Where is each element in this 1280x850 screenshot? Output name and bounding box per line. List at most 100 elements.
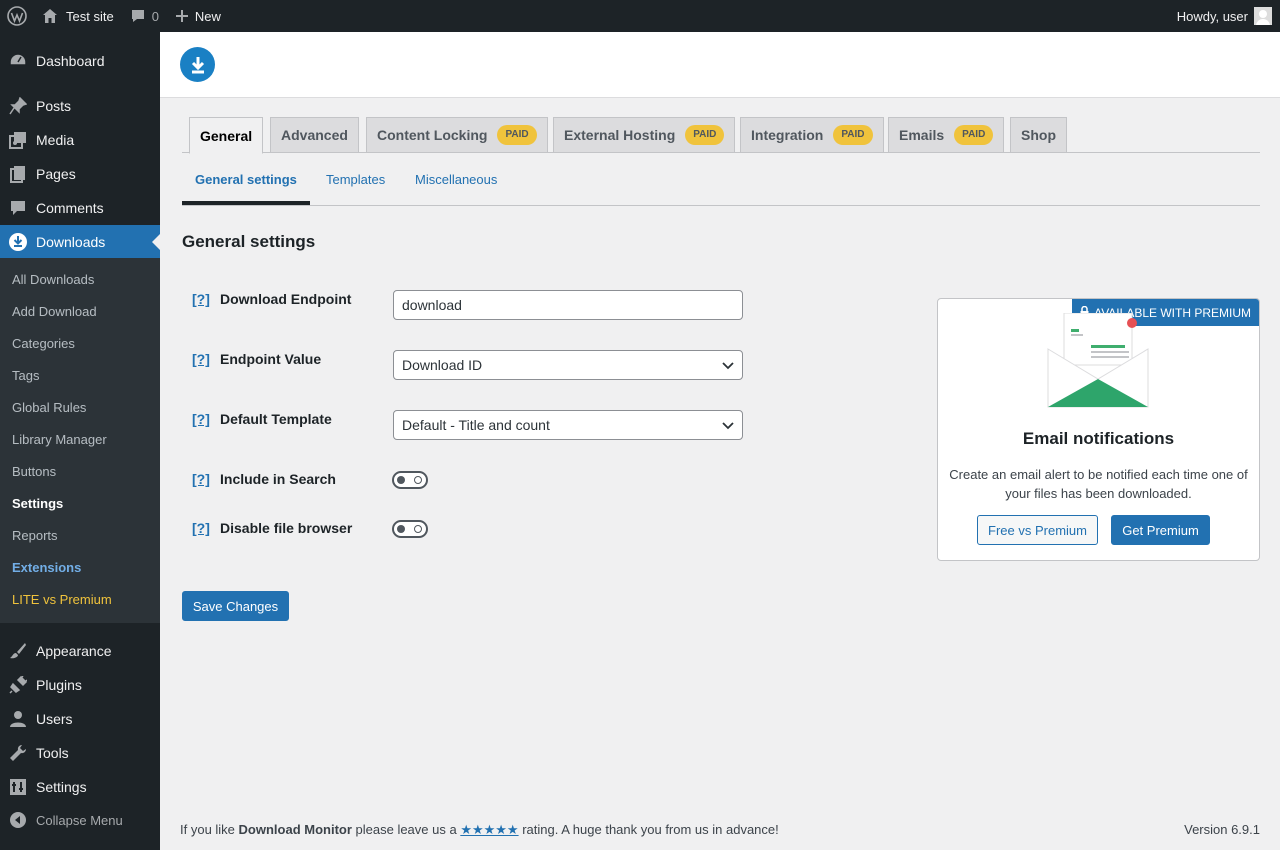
select-value: Default - Title and count [402, 417, 550, 433]
site-name-link[interactable]: Test site [34, 0, 122, 32]
sidebar-item-label: Pages [36, 166, 76, 182]
endpoint-value-select[interactable]: Download ID [393, 350, 743, 380]
collapse-icon [0, 803, 36, 837]
toggle-off-indicator [414, 476, 422, 484]
get-premium-button[interactable]: Get Premium [1111, 515, 1210, 545]
footer-version: Version 6.9.1 [1184, 822, 1260, 837]
sidebar-item-pages[interactable]: Pages [0, 157, 160, 191]
sidebar-item-dashboard[interactable]: Dashboard [0, 44, 160, 78]
submenu-extensions[interactable]: Extensions [12, 558, 81, 578]
chevron-down-icon [722, 357, 734, 373]
submenu-global-rules[interactable]: Global Rules [12, 398, 86, 418]
submenu-all-downloads[interactable]: All Downloads [12, 270, 94, 290]
tab-integration[interactable]: Integration PAID [740, 117, 884, 153]
comment-icon [0, 191, 36, 225]
footer-rating-text: If you like Download Monitor please leav… [180, 822, 779, 838]
download-icon [0, 225, 36, 259]
sidebar-item-appearance[interactable]: Appearance [0, 634, 160, 668]
submenu-settings[interactable]: Settings [12, 494, 63, 514]
input-value: download [402, 297, 462, 313]
help-link[interactable]: [?] [192, 411, 220, 427]
download-endpoint-input[interactable]: download [393, 290, 743, 320]
tab-general[interactable]: General [189, 117, 264, 154]
home-icon [42, 8, 58, 24]
field-label: Endpoint Value [220, 351, 322, 367]
toggle-knob [397, 476, 405, 484]
rating-stars-link[interactable]: ★★★★★ [460, 822, 518, 837]
sidebar-item-comments[interactable]: Comments [0, 191, 160, 225]
row-endpoint-value: [?] Endpoint Value [192, 351, 321, 367]
sidebar-item-label: Dashboard [36, 53, 105, 69]
submenu-buttons[interactable]: Buttons [12, 462, 56, 482]
help-link[interactable]: [?] [192, 351, 220, 367]
tab-label: Integration [751, 127, 824, 143]
envelope-illustration [1047, 312, 1149, 412]
field-label: Disable file browser [220, 520, 353, 536]
submenu-library-manager[interactable]: Library Manager [12, 430, 107, 450]
tab-label: Advanced [281, 127, 348, 143]
subtab-general-settings[interactable]: General settings [195, 172, 297, 187]
sidebar-item-plugins[interactable]: Plugins [0, 668, 160, 702]
submenu-tags[interactable]: Tags [12, 366, 39, 386]
default-template-select[interactable]: Default - Title and count [393, 410, 743, 440]
paid-badge: PAID [833, 125, 873, 145]
submenu-categories[interactable]: Categories [12, 334, 75, 354]
downloads-submenu: All Downloads Add Download Categories Ta… [0, 258, 160, 623]
row-include-in-search: [?] Include in Search [192, 471, 336, 487]
premium-card-description: Create an email alert to be notified eac… [949, 467, 1248, 501]
subtab-templates[interactable]: Templates [326, 172, 385, 187]
save-changes-button[interactable]: Save Changes [182, 591, 289, 621]
site-name: Test site [66, 8, 114, 24]
help-link[interactable]: [?] [192, 520, 220, 536]
tab-content-locking[interactable]: Content Locking PAID [366, 117, 548, 153]
brush-icon [0, 634, 36, 668]
tab-emails[interactable]: Emails PAID [888, 117, 1005, 153]
sidebar-item-users[interactable]: Users [0, 702, 160, 736]
select-value: Download ID [402, 357, 483, 373]
submenu-reports[interactable]: Reports [12, 526, 58, 546]
help-link[interactable]: [?] [192, 291, 220, 307]
chevron-down-icon [722, 417, 734, 433]
submenu-add-download[interactable]: Add Download [12, 302, 97, 322]
download-monitor-logo-icon [180, 47, 215, 82]
tab-shop[interactable]: Shop [1010, 117, 1067, 153]
tab-label: External Hosting [564, 127, 676, 143]
include-in-search-toggle[interactable] [392, 471, 428, 489]
help-link[interactable]: [?] [192, 471, 220, 487]
section-title: General settings [182, 232, 316, 251]
row-disable-file-browser: [?] Disable file browser [192, 520, 352, 536]
new-content-link[interactable]: New [167, 0, 229, 32]
tab-advanced[interactable]: Advanced [270, 117, 359, 153]
field-label: Default Template [220, 411, 332, 427]
field-label: Download Endpoint [220, 291, 352, 307]
paid-badge: PAID [685, 125, 725, 145]
subtab-miscellaneous[interactable]: Miscellaneous [415, 172, 497, 187]
submenu-lite-vs-premium[interactable]: LITE vs Premium [12, 590, 112, 610]
premium-feature-card: AVAILABLE WITH PREMIUM Email notificatio… [937, 298, 1260, 561]
user-account-menu[interactable]: Howdy, user [1169, 0, 1280, 32]
plugin-header [160, 32, 1280, 98]
premium-card-title: Email notifications [1022, 429, 1175, 448]
plugin-icon [0, 668, 36, 702]
wordpress-logo-icon[interactable] [0, 0, 34, 32]
sidebar-item-media[interactable]: Media [0, 123, 160, 157]
disable-file-browser-toggle[interactable] [392, 520, 428, 538]
plus-icon [175, 9, 189, 23]
free-vs-premium-button[interactable]: Free vs Premium [977, 515, 1098, 545]
sidebar-item-settings[interactable]: Settings [0, 770, 160, 804]
pin-icon [0, 89, 36, 123]
sidebar-item-tools[interactable]: Tools [0, 736, 160, 770]
row-download-endpoint: [?] Download Endpoint [192, 291, 351, 307]
sidebar-item-label: Plugins [36, 677, 82, 693]
sidebar-item-downloads[interactable]: Downloads [0, 225, 160, 259]
sidebar-item-label: Appearance [36, 643, 112, 659]
comments-link[interactable]: 0 [122, 0, 167, 32]
collapse-menu-button[interactable]: Collapse Menu [0, 803, 160, 837]
sidebar-item-label: Settings [36, 779, 87, 795]
row-default-template: [?] Default Template [192, 411, 332, 427]
sidebar-item-posts[interactable]: Posts [0, 89, 160, 123]
footer-middle: please leave us a [351, 822, 461, 837]
tab-external-hosting[interactable]: External Hosting PAID [553, 117, 736, 153]
dashboard-icon [0, 44, 36, 78]
media-icon [0, 123, 36, 157]
